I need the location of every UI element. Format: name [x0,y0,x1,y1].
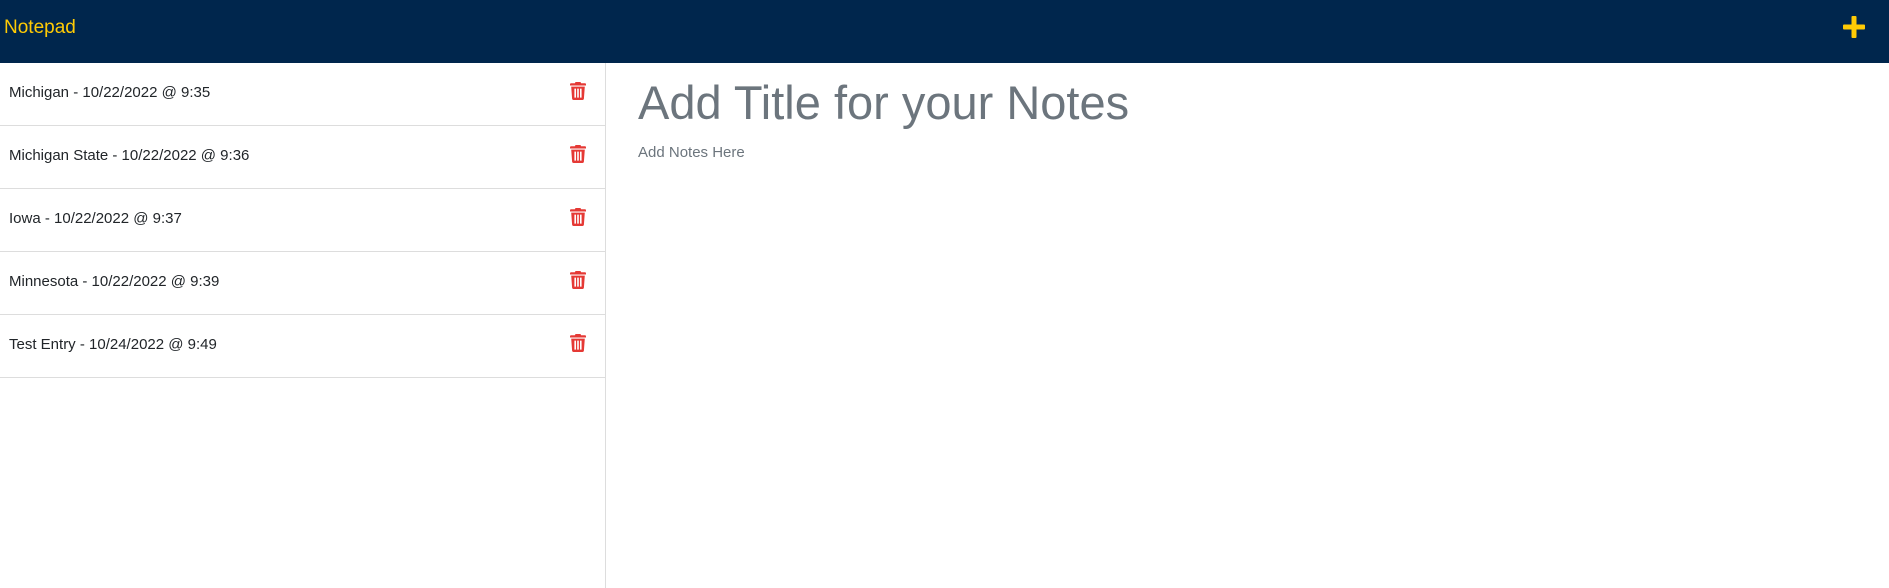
note-body-textarea[interactable] [638,143,1838,563]
note-title: Michigan State - 10/22/2022 @ 9:36 [9,147,250,164]
note-title-input[interactable] [638,73,1838,131]
navbar: Notepad [0,0,1889,63]
note-title: Iowa - 10/22/2022 @ 9:37 [9,210,182,227]
trash-icon[interactable] [570,82,586,101]
note-title: Minnesota - 10/22/2022 @ 9:39 [9,273,220,290]
list-item[interactable]: Michigan - 10/22/2022 @ 9:35 [0,63,605,126]
list-item[interactable]: Iowa - 10/22/2022 @ 9:37 [0,189,605,252]
trash-icon[interactable] [570,145,586,163]
plus-icon [1843,16,1865,38]
trash-icon[interactable] [570,208,586,226]
add-note-button[interactable] [1842,15,1866,39]
note-title: Michigan - 10/22/2022 @ 9:35 [9,84,211,101]
list-item[interactable]: Minnesota - 10/22/2022 @ 9:39 [0,252,605,315]
list-item[interactable]: Test Entry - 10/24/2022 @ 9:49 [0,315,605,378]
brand-link[interactable]: Notepad [4,15,76,41]
note-list: Michigan - 10/22/2022 @ 9:35 Michigan St… [0,63,605,378]
list-item[interactable]: Michigan State - 10/22/2022 @ 9:36 [0,126,605,189]
trash-icon[interactable] [570,334,586,352]
note-list-panel: Michigan - 10/22/2022 @ 9:35 Michigan St… [0,63,606,588]
note-title: Test Entry - 10/24/2022 @ 9:49 [9,336,217,353]
note-editor [606,63,1889,588]
trash-icon[interactable] [570,271,586,289]
